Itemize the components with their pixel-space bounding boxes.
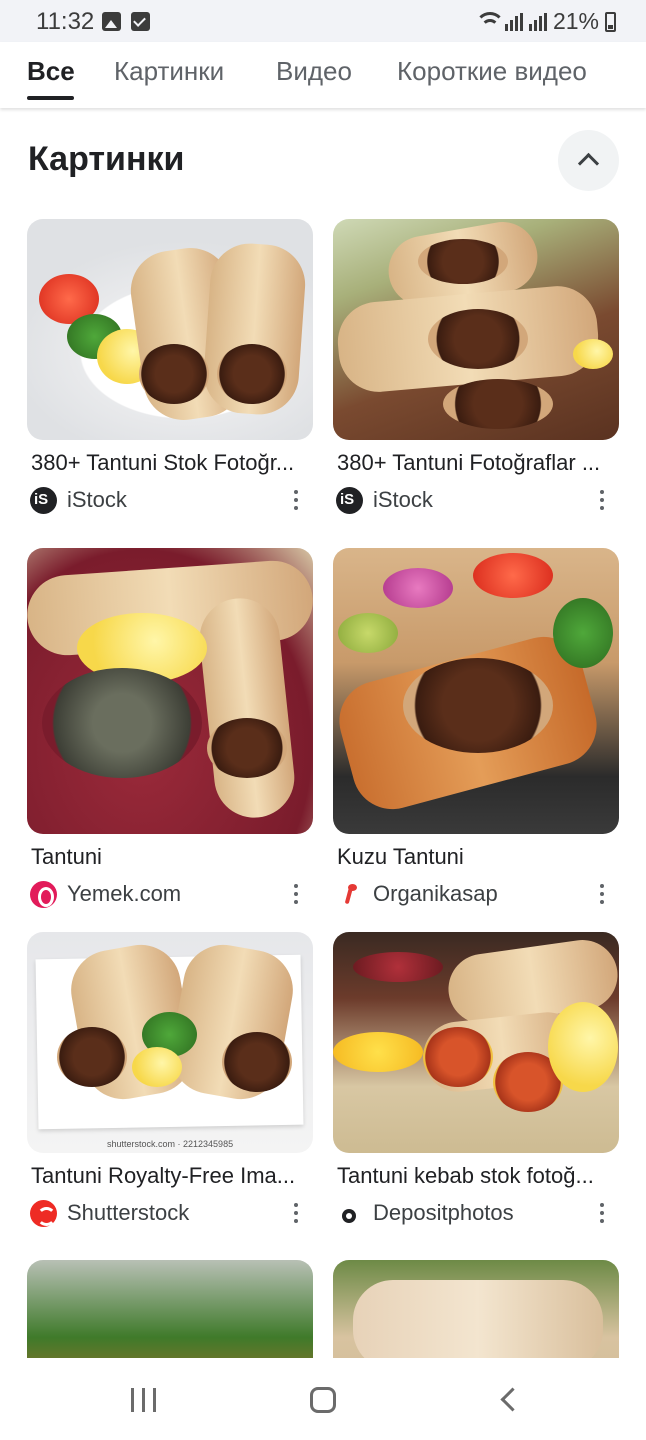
result-thumbnail[interactable] bbox=[333, 932, 619, 1153]
signal-icon bbox=[504, 12, 523, 31]
collapse-button[interactable] bbox=[558, 130, 619, 191]
search-tabs: Все Картинки Видео Короткие видео bbox=[0, 42, 646, 108]
result-source[interactable]: iStock bbox=[333, 482, 619, 522]
image-result-card[interactable]: 380+ Tantuni Fotoğraflar ... iStock bbox=[333, 219, 619, 522]
result-thumbnail[interactable] bbox=[333, 548, 619, 834]
result-source[interactable]: iStock bbox=[27, 482, 313, 522]
recent-apps-icon[interactable] bbox=[131, 1388, 157, 1412]
image-result-card[interactable]: shutterstock.com · 2212345985 Tantuni Ro… bbox=[27, 932, 313, 1235]
more-options-icon[interactable] bbox=[595, 488, 609, 514]
result-title[interactable]: Tantuni kebab stok fotoğ... bbox=[333, 1163, 615, 1189]
result-title[interactable]: 380+ Tantuni Fotoğraflar ... bbox=[333, 450, 615, 476]
home-icon[interactable] bbox=[310, 1387, 336, 1413]
image-result-card[interactable]: Tantuni kebab stok fotoğ... Depositphoto… bbox=[333, 932, 619, 1235]
active-tab-indicator bbox=[27, 96, 74, 100]
istock-logo-icon bbox=[30, 487, 57, 514]
depositphotos-logo-icon bbox=[336, 1200, 363, 1227]
more-options-icon[interactable] bbox=[595, 882, 609, 908]
source-name: Depositphotos bbox=[373, 1200, 514, 1225]
result-title[interactable]: 380+ Tantuni Stok Fotoğr... bbox=[27, 450, 309, 476]
navigation-bar bbox=[0, 1358, 646, 1440]
result-thumbnail[interactable] bbox=[27, 219, 313, 440]
image-result-card[interactable]: 380+ Tantuni Stok Fotoğr... iStock bbox=[27, 219, 313, 522]
wifi-icon bbox=[474, 11, 505, 32]
more-options-icon[interactable] bbox=[289, 1201, 303, 1227]
image-result-card[interactable]: Tantuni Yemek.com bbox=[27, 548, 313, 916]
tab-videos[interactable]: Видео bbox=[276, 56, 352, 87]
image-result-card[interactable]: Kuzu Tantuni Organikasap bbox=[333, 548, 619, 916]
result-thumbnail[interactable] bbox=[27, 548, 313, 834]
checkbox-icon bbox=[131, 12, 150, 31]
status-indicators: 21% bbox=[474, 8, 616, 35]
tab-all[interactable]: Все bbox=[27, 56, 75, 87]
status-time: 11:32 bbox=[36, 8, 95, 35]
result-title[interactable]: Tantuni Royalty-Free Ima... bbox=[27, 1163, 309, 1189]
status-bar: 11:32 21% bbox=[0, 0, 646, 42]
tab-images[interactable]: Картинки bbox=[114, 56, 224, 87]
source-name: Yemek.com bbox=[67, 881, 182, 906]
back-icon[interactable] bbox=[500, 1388, 516, 1412]
source-name: iStock bbox=[373, 487, 433, 512]
result-title[interactable]: Kuzu Tantuni bbox=[333, 844, 615, 870]
result-source[interactable]: Depositphotos bbox=[333, 1195, 619, 1235]
more-options-icon[interactable] bbox=[289, 882, 303, 908]
source-name: Organikasap bbox=[373, 881, 498, 906]
image-icon bbox=[102, 12, 121, 31]
result-thumbnail[interactable]: shutterstock.com · 2212345985 bbox=[27, 932, 313, 1153]
section-title: Картинки bbox=[28, 140, 185, 178]
battery-percent: 21% bbox=[552, 8, 599, 34]
result-thumbnail[interactable] bbox=[333, 219, 619, 440]
thumbnail-watermark: shutterstock.com · 2212345985 bbox=[107, 1139, 234, 1149]
istock-logo-icon bbox=[336, 487, 363, 514]
signal-icon bbox=[528, 12, 547, 31]
more-options-icon[interactable] bbox=[595, 1201, 609, 1227]
result-source[interactable]: Shutterstock bbox=[27, 1195, 313, 1235]
tab-short-videos[interactable]: Короткие видео bbox=[397, 56, 587, 87]
source-name: Shutterstock bbox=[67, 1200, 190, 1225]
shutterstock-logo-icon bbox=[30, 1200, 57, 1227]
battery-icon bbox=[605, 11, 616, 32]
result-source[interactable]: Yemek.com bbox=[27, 876, 313, 916]
result-source[interactable]: Organikasap bbox=[333, 876, 619, 916]
yemek-logo-icon bbox=[30, 881, 57, 908]
result-title[interactable]: Tantuni bbox=[27, 844, 309, 870]
organikasap-logo-icon bbox=[336, 881, 363, 908]
source-name: iStock bbox=[67, 487, 127, 512]
more-options-icon[interactable] bbox=[289, 488, 303, 514]
